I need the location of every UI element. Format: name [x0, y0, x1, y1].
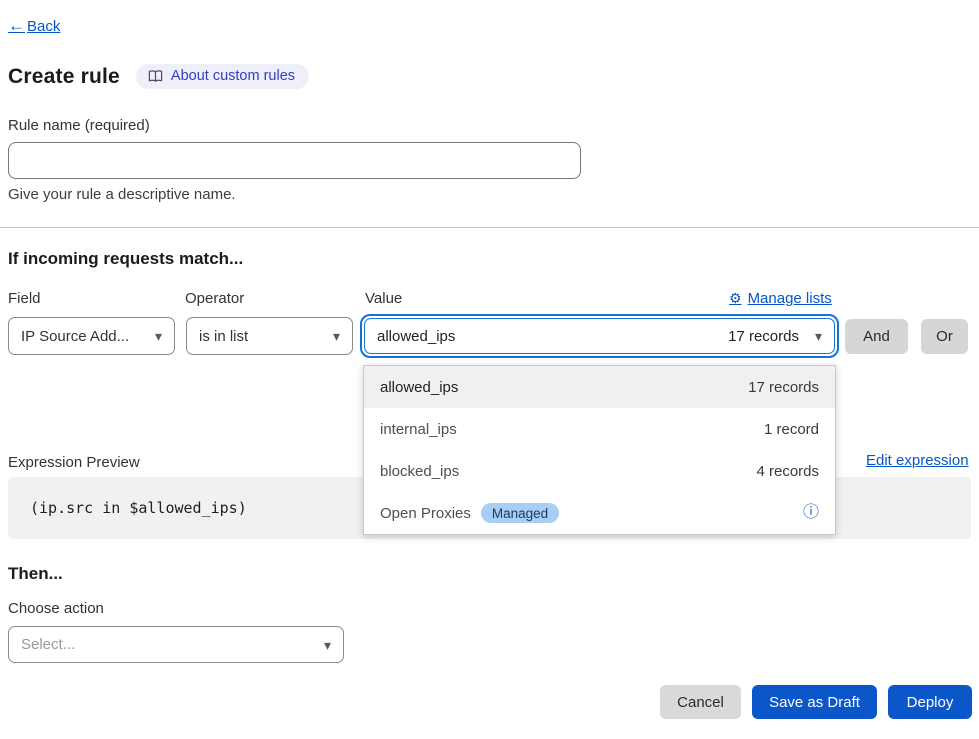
list-item-name: blocked_ips	[380, 463, 459, 480]
list-item-name: allowed_ips	[380, 379, 458, 396]
then-section-heading: Then...	[8, 564, 63, 584]
list-item-name: Open Proxies	[380, 505, 471, 522]
chevron-down-icon: ▾	[333, 329, 340, 343]
value-combobox[interactable]: allowed_ips 17 records ▾	[364, 318, 835, 354]
page-title: Create rule	[8, 65, 120, 89]
rule-name-input[interactable]	[8, 142, 581, 179]
manage-lists-link[interactable]: ⚙ Manage lists	[729, 290, 832, 307]
list-item-blocked-ips[interactable]: blocked_ips 4 records	[364, 450, 835, 492]
expression-code: (ip.src in $allowed_ips)	[30, 499, 247, 517]
gear-icon: ⚙	[729, 290, 742, 307]
manage-lists-label: Manage lists	[748, 290, 832, 307]
deploy-button[interactable]: Deploy	[888, 685, 972, 719]
chevron-down-icon: ▾	[324, 638, 331, 652]
expression-preview-label: Expression Preview	[8, 454, 140, 471]
value-combobox-records: 17 records	[728, 328, 799, 345]
about-custom-rules-link[interactable]: About custom rules	[136, 64, 309, 89]
info-icon[interactable]: ⓘ	[803, 505, 819, 521]
value-combobox-focus-ring: allowed_ips 17 records ▾	[360, 314, 839, 358]
edit-expression-link[interactable]: Edit expression	[866, 452, 969, 469]
book-icon	[148, 69, 163, 84]
list-item-internal-ips[interactable]: internal_ips 1 record	[364, 408, 835, 450]
field-label: Field	[8, 290, 41, 307]
save-as-draft-button[interactable]: Save as Draft	[752, 685, 877, 719]
list-item-records: 17 records	[748, 379, 819, 396]
back-link[interactable]: ←Back	[8, 16, 60, 36]
back-arrow-icon: ←	[8, 16, 25, 36]
choose-action-label: Choose action	[8, 600, 104, 617]
or-button[interactable]: Or	[921, 319, 968, 354]
managed-badge: Managed	[481, 503, 559, 523]
rule-name-label: Rule name (required)	[8, 117, 150, 134]
field-select-value: IP Source Add...	[21, 328, 129, 345]
action-select-placeholder: Select...	[21, 636, 75, 653]
operator-label: Operator	[185, 290, 244, 307]
value-combobox-value: allowed_ips	[377, 328, 455, 345]
back-link-label: Back	[27, 18, 60, 35]
list-item-records: 4 records	[756, 463, 819, 480]
list-item-allowed-ips[interactable]: allowed_ips 17 records	[364, 366, 835, 408]
match-section-heading: If incoming requests match...	[8, 249, 243, 269]
and-button[interactable]: And	[845, 319, 908, 354]
chevron-down-icon: ▾	[155, 329, 162, 343]
rule-name-helper: Give your rule a descriptive name.	[8, 186, 236, 203]
operator-select[interactable]: is in list ▾	[186, 317, 353, 355]
about-badge-label: About custom rules	[171, 68, 295, 84]
field-select[interactable]: IP Source Add... ▾	[8, 317, 175, 355]
cancel-button[interactable]: Cancel	[660, 685, 741, 719]
list-item-name: internal_ips	[380, 421, 457, 438]
value-label: Value	[365, 290, 402, 307]
action-select[interactable]: Select... ▾	[8, 626, 344, 663]
list-dropdown-menu: allowed_ips 17 records internal_ips 1 re…	[363, 365, 836, 535]
operator-select-value: is in list	[199, 328, 248, 345]
chevron-down-icon: ▾	[815, 329, 822, 343]
list-item-records: 1 record	[764, 421, 819, 438]
create-rule-page: ←Back Create rule About custom rules Rul…	[0, 0, 979, 739]
title-row: Create rule About custom rules	[8, 64, 309, 89]
list-item-open-proxies[interactable]: Open Proxies Managed ⓘ	[364, 492, 835, 534]
section-divider	[0, 227, 979, 228]
